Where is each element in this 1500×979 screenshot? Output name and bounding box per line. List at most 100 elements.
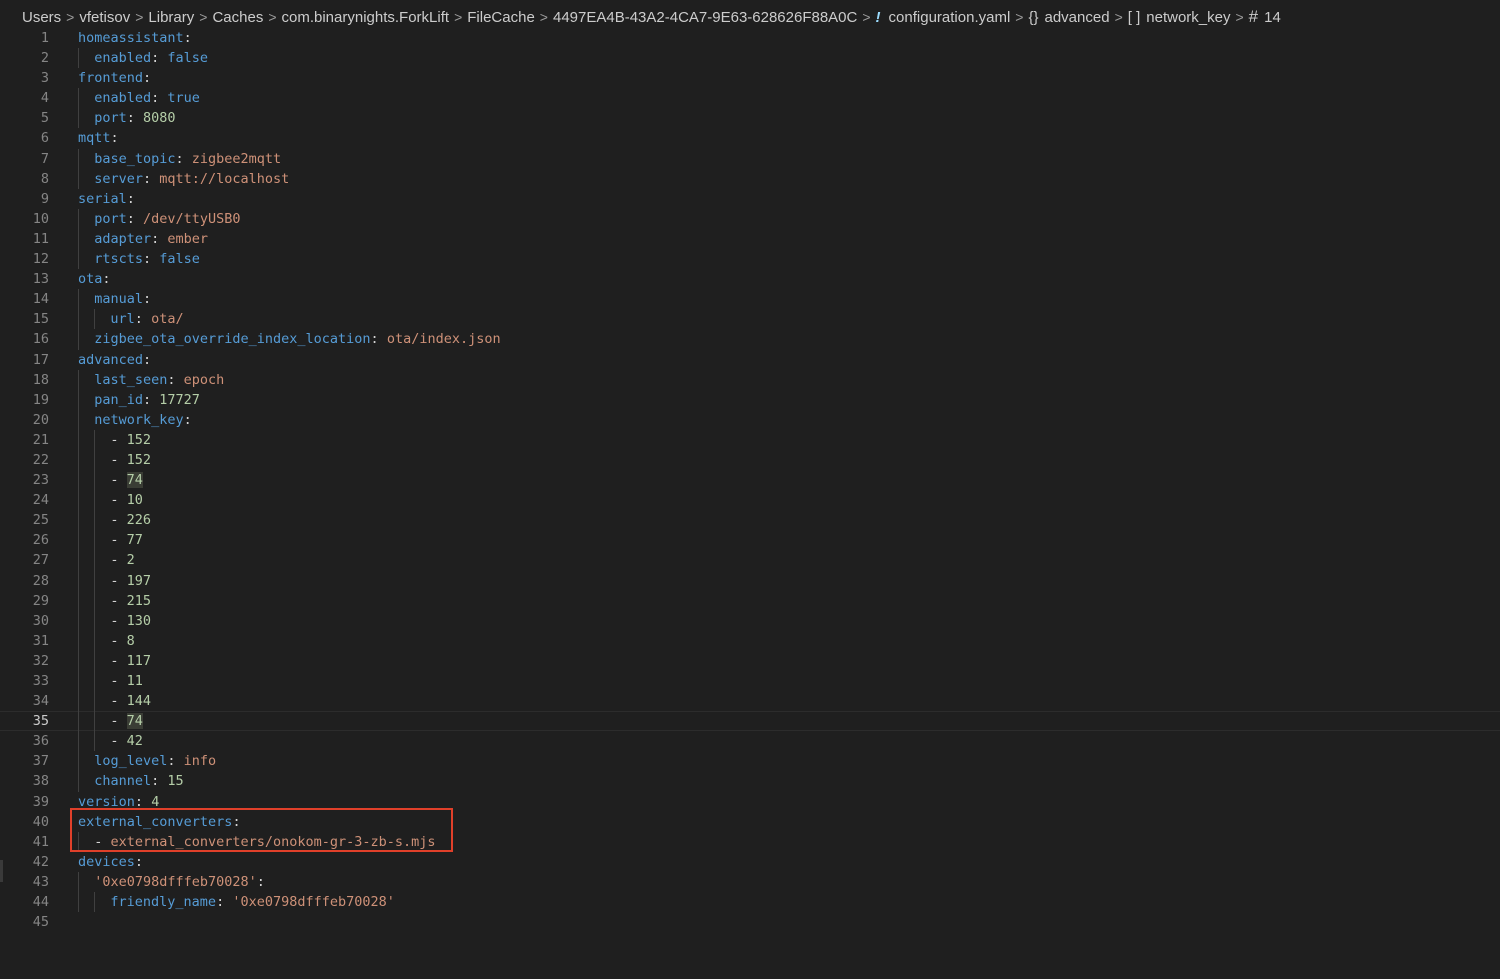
code-line[interactable]: 8 server: mqtt://localhost [0, 168, 1500, 189]
breadcrumb-item[interactable]: Library [148, 9, 194, 26]
yaml-key: external_converters [78, 813, 233, 830]
code-text: homeassistant: [78, 28, 192, 48]
code-text: - 130 [110, 611, 151, 631]
yaml-value: false [159, 251, 200, 268]
code-line[interactable]: 7 base_topic: zigbee2mqtt [0, 148, 1500, 169]
code-line[interactable]: 32 - 117 [0, 650, 1500, 671]
yaml-value: 4 [151, 793, 160, 810]
line-number: 9 [40, 190, 49, 207]
colon: : [256, 873, 265, 890]
code-line[interactable]: 35 - 74 [0, 711, 1500, 732]
colon: : [151, 90, 160, 107]
breadcrumb-item[interactable]: 4497EA4B-43A2-4CA7-9E63-628626F88A0C [553, 9, 857, 26]
breadcrumb-item[interactable]: FileCache [467, 9, 535, 26]
code-line[interactable]: 16 zigbee_ota_override_index_location: ot… [0, 329, 1500, 350]
code-text: network_key: [94, 410, 192, 430]
code-editor[interactable]: 1 homeassistant: 2 enabled: false 3 frontend:… [0, 28, 1500, 932]
breadcrumb-symbol-advanced[interactable]: {} advanced [1028, 9, 1109, 26]
code-text: - 74 [110, 470, 143, 490]
code-line[interactable]: 13 ota: [0, 269, 1500, 289]
yaml-key: manual [94, 291, 143, 308]
code-line[interactable]: 31 - 8 [0, 630, 1500, 651]
colon: : [142, 291, 152, 308]
yaml-key: frontend [78, 70, 144, 87]
yaml-key: pan_id [94, 391, 143, 408]
indent-guide [78, 771, 79, 792]
indent-guide [78, 409, 79, 430]
breadcrumb-symbol-network-key[interactable]: [ ] network_key [1128, 9, 1231, 26]
code-line[interactable]: 11 adapter: ember [0, 228, 1500, 250]
breadcrumb-separator: > [1114, 9, 1123, 25]
code-line[interactable]: 37 log_level: info [0, 751, 1500, 772]
code-line[interactable]: 41 - external_converters/onokom-gr-3-zb-s… [0, 831, 1500, 852]
code-line[interactable]: 2 enabled: false [0, 48, 1500, 69]
code-line[interactable]: 12 rtscts: false [0, 249, 1500, 270]
breadcrumb-item[interactable]: Caches [212, 9, 263, 26]
breadcrumb-file[interactable]: ! configuration.yaml [876, 9, 1011, 26]
breadcrumb-item[interactable]: com.binarynights.ForkLift [282, 9, 450, 26]
code-line[interactable]: 38 channel: 15 [0, 771, 1500, 792]
indent-guide [78, 731, 79, 752]
code-line[interactable]: 44 friendly_name: '0xe0798dfffeb70028' [0, 892, 1500, 913]
list-dash: - [110, 652, 127, 669]
code-line[interactable]: 30 - 130 [0, 610, 1500, 631]
code-line[interactable]: 39 version: 4 [0, 792, 1500, 812]
code-text: pan_id: 17727 [94, 390, 200, 410]
indent-guide [94, 650, 96, 671]
yaml-key: rtscts [94, 251, 143, 268]
indent-guide [94, 309, 96, 330]
code-line[interactable]: 9 serial: [0, 189, 1500, 209]
code-line[interactable]: 1 homeassistant: [0, 28, 1500, 48]
breadcrumb-item[interactable]: Users [22, 9, 61, 26]
code-line[interactable]: 34 - 144 [0, 691, 1500, 712]
code-line[interactable]: 36 - 42 [0, 731, 1500, 752]
line-number: 39 [32, 793, 49, 810]
code-line[interactable]: 45 [0, 912, 1500, 932]
code-text: external_converters: [78, 812, 241, 832]
code-line[interactable]: 43 '0xe0798dfffeb70028': [0, 871, 1500, 893]
code-line[interactable]: 18 last_seen: epoch [0, 369, 1500, 390]
code-line[interactable]: 21 - 152 [0, 429, 1500, 450]
indent-guide [78, 148, 79, 169]
breadcrumb-item[interactable]: vfetisov [79, 9, 130, 26]
code-line[interactable]: 10 port: /dev/ttyUSB0 [0, 208, 1500, 229]
code-line[interactable]: 33 - 11 [0, 671, 1500, 692]
colon: : [370, 331, 379, 348]
code-line[interactable]: 20 network_key: [0, 409, 1500, 430]
code-line[interactable]: 24 - 10 [0, 490, 1500, 511]
indent-guide [78, 590, 79, 611]
colon: : [102, 271, 111, 288]
code-line[interactable]: 42 devices: [0, 852, 1500, 872]
code-line[interactable]: 23 - 74 [0, 470, 1500, 491]
line-number: 10 [32, 210, 49, 227]
code-line[interactable]: 27 - 2 [0, 550, 1500, 571]
list-item-value: 226 [126, 512, 152, 529]
code-line[interactable]: 19 pan_id: 17727 [0, 389, 1500, 410]
code-line[interactable]: 29 - 215 [0, 590, 1500, 611]
code-line[interactable]: 26 - 77 [0, 530, 1500, 551]
code-line[interactable]: 25 - 226 [0, 510, 1500, 531]
indent-guide [78, 369, 79, 390]
code-line[interactable]: 14 manual: [0, 289, 1500, 310]
code-line[interactable]: 4 enabled: true [0, 88, 1500, 109]
line-number: 27 [32, 552, 49, 569]
colon: : [143, 70, 152, 87]
colon: : [134, 793, 144, 810]
code-line[interactable]: 15 url: ota/ [0, 309, 1500, 330]
indent-guide [78, 610, 79, 631]
indent-guide [78, 490, 79, 511]
line-number: 13 [32, 271, 49, 288]
yaml-value: true [167, 90, 200, 107]
code-line[interactable]: 5 port: 8080 [0, 108, 1500, 129]
colon: : [216, 894, 225, 911]
code-text: advanced: [78, 350, 151, 370]
breadcrumb-symbol-number[interactable]: #14 [1249, 7, 1281, 27]
code-text: - external_converters/onokom-gr-3-zb-s.m… [94, 832, 435, 852]
code-line[interactable]: 3 frontend: [0, 68, 1500, 88]
code-line[interactable]: 22 - 152 [0, 449, 1500, 471]
code-line[interactable]: 40 external_converters: [0, 812, 1500, 832]
code-line[interactable]: 28 - 197 [0, 570, 1500, 591]
line-number: 19 [32, 391, 49, 408]
code-line[interactable]: 17 advanced: [0, 350, 1500, 370]
code-line[interactable]: 6 mqtt: [0, 128, 1500, 148]
